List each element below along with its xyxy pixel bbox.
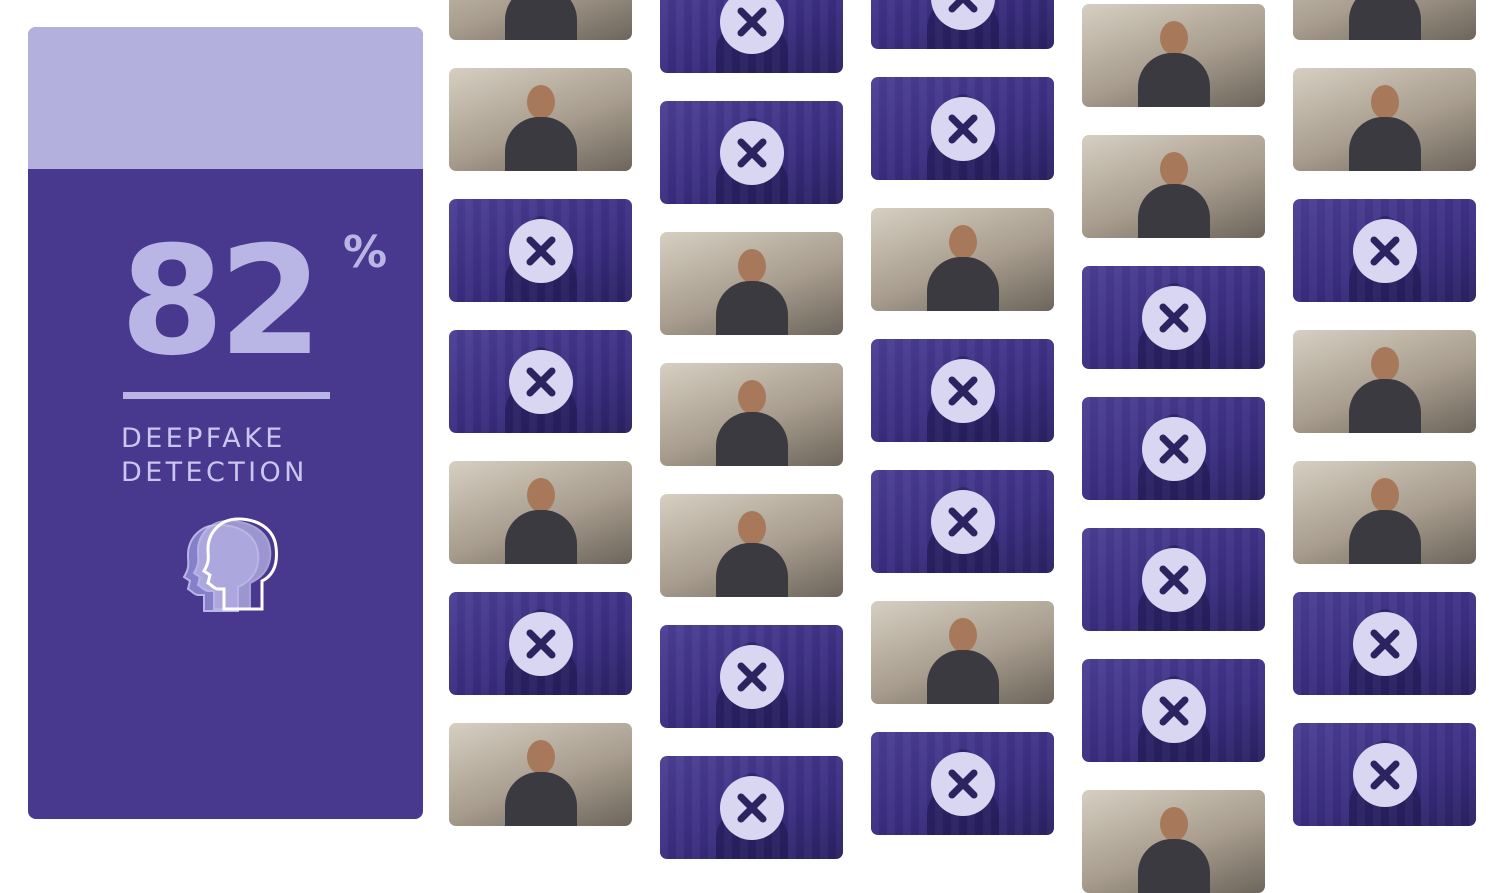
flagged-video-tile (871, 732, 1054, 835)
video-tile (1082, 4, 1265, 107)
close-icon (719, 120, 784, 185)
person-silhouette (501, 0, 581, 40)
person-silhouette (1345, 0, 1425, 40)
close-icon (1352, 218, 1417, 283)
video-tile (660, 232, 843, 335)
close-icon (930, 358, 995, 423)
close-icon (1141, 285, 1206, 350)
flagged-video-tile (449, 592, 632, 695)
person-silhouette (501, 734, 581, 826)
video-tile (1082, 135, 1265, 238)
close-icon (508, 218, 573, 283)
flagged-video-tile (871, 339, 1054, 442)
video-tile (1293, 68, 1476, 171)
close-icon (1352, 611, 1417, 676)
video-tile (1293, 330, 1476, 433)
flagged-video-tile (1293, 199, 1476, 302)
video-tile (449, 0, 632, 40)
close-icon (719, 775, 784, 840)
close-icon (1352, 742, 1417, 807)
video-tile (449, 723, 632, 826)
video-tile (871, 208, 1054, 311)
flagged-video-tile (1082, 659, 1265, 762)
flagged-video-tile (660, 625, 843, 728)
person-silhouette (501, 472, 581, 564)
close-icon (1141, 547, 1206, 612)
person-silhouette (712, 374, 792, 466)
person-silhouette (923, 219, 1003, 311)
flagged-video-tile (1293, 723, 1476, 826)
flagged-video-tile (449, 199, 632, 302)
video-tile (1082, 790, 1265, 893)
video-tile (449, 461, 632, 564)
flagged-video-tile (1293, 592, 1476, 695)
close-icon (1141, 416, 1206, 481)
video-tile (1293, 461, 1476, 564)
close-icon (508, 349, 573, 414)
person-silhouette (1134, 15, 1214, 107)
close-icon (1141, 678, 1206, 743)
close-icon (930, 489, 995, 554)
video-tile (871, 601, 1054, 704)
person-silhouette (923, 612, 1003, 704)
flagged-video-tile (871, 470, 1054, 573)
person-silhouette (1345, 341, 1425, 433)
person-silhouette (712, 243, 792, 335)
person-silhouette (1134, 146, 1214, 238)
video-tile (449, 68, 632, 171)
person-silhouette (1134, 801, 1214, 893)
flagged-video-tile (1082, 397, 1265, 500)
person-silhouette (501, 79, 581, 171)
video-tile (660, 494, 843, 597)
video-tile-grid (0, 0, 1500, 893)
flagged-video-tile (1082, 266, 1265, 369)
person-silhouette (712, 505, 792, 597)
person-silhouette (1345, 472, 1425, 564)
flagged-video-tile (660, 0, 843, 73)
close-icon (930, 751, 995, 816)
video-tile (1293, 0, 1476, 40)
flagged-video-tile (871, 0, 1054, 49)
close-icon (719, 0, 784, 54)
video-tile (660, 363, 843, 466)
close-icon (930, 96, 995, 161)
close-icon (719, 644, 784, 709)
close-icon (508, 611, 573, 676)
flagged-video-tile (449, 330, 632, 433)
flagged-video-tile (1082, 528, 1265, 631)
flagged-video-tile (660, 101, 843, 204)
person-silhouette (1345, 79, 1425, 171)
flagged-video-tile (871, 77, 1054, 180)
close-icon (930, 0, 995, 30)
